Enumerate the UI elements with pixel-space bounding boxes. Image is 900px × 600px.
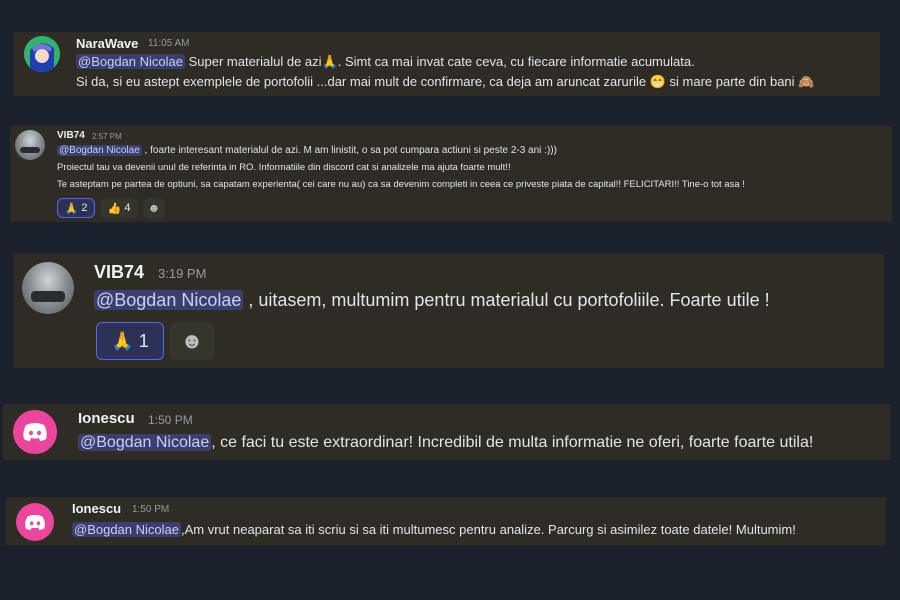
smiley-add-reaction-icon: ☻ [147, 201, 161, 215]
smiley-add-reaction-icon: ☻ [180, 328, 204, 353]
timestamp: 1:50 PM [132, 504, 170, 515]
message-text: ,Am vrut neaparat sa iti scriu si sa iti… [180, 522, 796, 537]
folded-hands-emoji: 🙏 [64, 202, 79, 215]
anime-avatar-icon [24, 36, 60, 72]
add-reaction-button[interactable]: ☻ [143, 198, 165, 218]
user-mention[interactable]: @Bogdan Nicolae [72, 522, 181, 537]
timestamp: 11:05 AM [148, 38, 190, 49]
add-reaction-button[interactable]: ☻ [170, 322, 214, 360]
message-text: , uitasem, multumim pentru materialul cu… [243, 290, 770, 310]
user-avatar[interactable] [24, 36, 60, 72]
reaction-folded-hands[interactable]: 🙏 1 [96, 322, 164, 360]
user-avatar[interactable] [13, 410, 57, 454]
reaction-folded-hands[interactable]: 🙏 2 [57, 198, 95, 218]
user-avatar[interactable] [22, 262, 74, 314]
see-no-evil-monkey-emoji: 🙈 [798, 74, 815, 89]
folded-hands-emoji: 🙏 [321, 54, 338, 69]
message-line-1: @Bogdan Nicolae ,Am vrut neaparat sa iti … [72, 522, 796, 537]
reaction-count: 1 [138, 330, 149, 351]
timestamp: 1:50 PM [148, 413, 193, 427]
username[interactable]: NaraWave [76, 36, 138, 51]
message-line-1: @Bogdan Nicolae, ce faci tu este extraor… [78, 434, 813, 452]
message-text: , foarte interesant materialul de azi. M… [141, 145, 557, 156]
username[interactable]: VIB74 [94, 262, 144, 283]
car-avatar-icon [15, 130, 45, 160]
reaction-count: 4 [124, 202, 131, 214]
folded-hands-emoji: 🙏 [111, 330, 134, 351]
username[interactable]: VIB74 [57, 130, 85, 141]
message-vib74-small: VIB74 2:57 PM @Bogdan Nicolae , foarte i… [10, 126, 892, 222]
discord-logo-icon [13, 410, 57, 454]
message-text: Super materialul de azi [184, 54, 322, 69]
message-text: , ce faci tu este extraordinar! Incredib… [211, 434, 814, 451]
user-mention[interactable]: @Bogdan Nicolae [57, 145, 142, 156]
thumbs-up-emoji: 👍 [107, 202, 122, 215]
message-text: si mare parte din bani [665, 74, 799, 89]
discord-logo-icon [16, 503, 54, 541]
message-ionescu-1: Ionescu 1:50 PM @Bogdan Nicolae, ce faci… [3, 404, 890, 460]
username[interactable]: Ionescu [72, 501, 121, 516]
reaction-thumbs-up[interactable]: 👍 4 [100, 198, 138, 218]
message-line-1: @Bogdan Nicolae , uitasem, multumim pent… [94, 290, 770, 311]
grinning-face-emoji: 😁 [649, 74, 666, 89]
message-line-3: Te asteptam pe partea de optiuni, sa cap… [57, 179, 745, 190]
message-line-2: Proiectul tau va devenii unul de referin… [57, 162, 511, 173]
message-line-1: @Bogdan Nicolae , foarte interesant mate… [57, 145, 557, 156]
username[interactable]: Ionescu [78, 410, 135, 427]
user-mention[interactable]: @Bogdan Nicolae [76, 54, 185, 69]
reaction-count: 2 [81, 202, 88, 214]
user-avatar[interactable] [16, 503, 54, 541]
message-text: . Simt ca mai invat cate ceva, cu fiecar… [337, 54, 695, 69]
timestamp: 3:19 PM [158, 266, 207, 281]
message-text: Si da, si eu astept exemplele de portofo… [76, 74, 650, 89]
user-mention[interactable]: @Bogdan Nicolae [94, 290, 244, 310]
user-mention[interactable]: @Bogdan Nicolae [78, 434, 212, 451]
car-avatar-icon [22, 262, 74, 314]
message-narawave: NaraWave 11:05 AM @Bogdan Nicolae Super … [14, 32, 880, 96]
message-line-2: Si da, si eu astept exemplele de portofo… [76, 74, 814, 90]
message-vib74-large: VIB74 3:19 PM @Bogdan Nicolae , uitasem,… [14, 254, 884, 368]
message-line-1: @Bogdan Nicolae Super materialul de azi🙏… [76, 54, 695, 70]
timestamp: 2:57 PM [92, 132, 122, 141]
message-ionescu-2: Ionescu 1:50 PM @Bogdan Nicolae ,Am vrut … [6, 497, 886, 545]
user-avatar[interactable] [15, 130, 45, 160]
